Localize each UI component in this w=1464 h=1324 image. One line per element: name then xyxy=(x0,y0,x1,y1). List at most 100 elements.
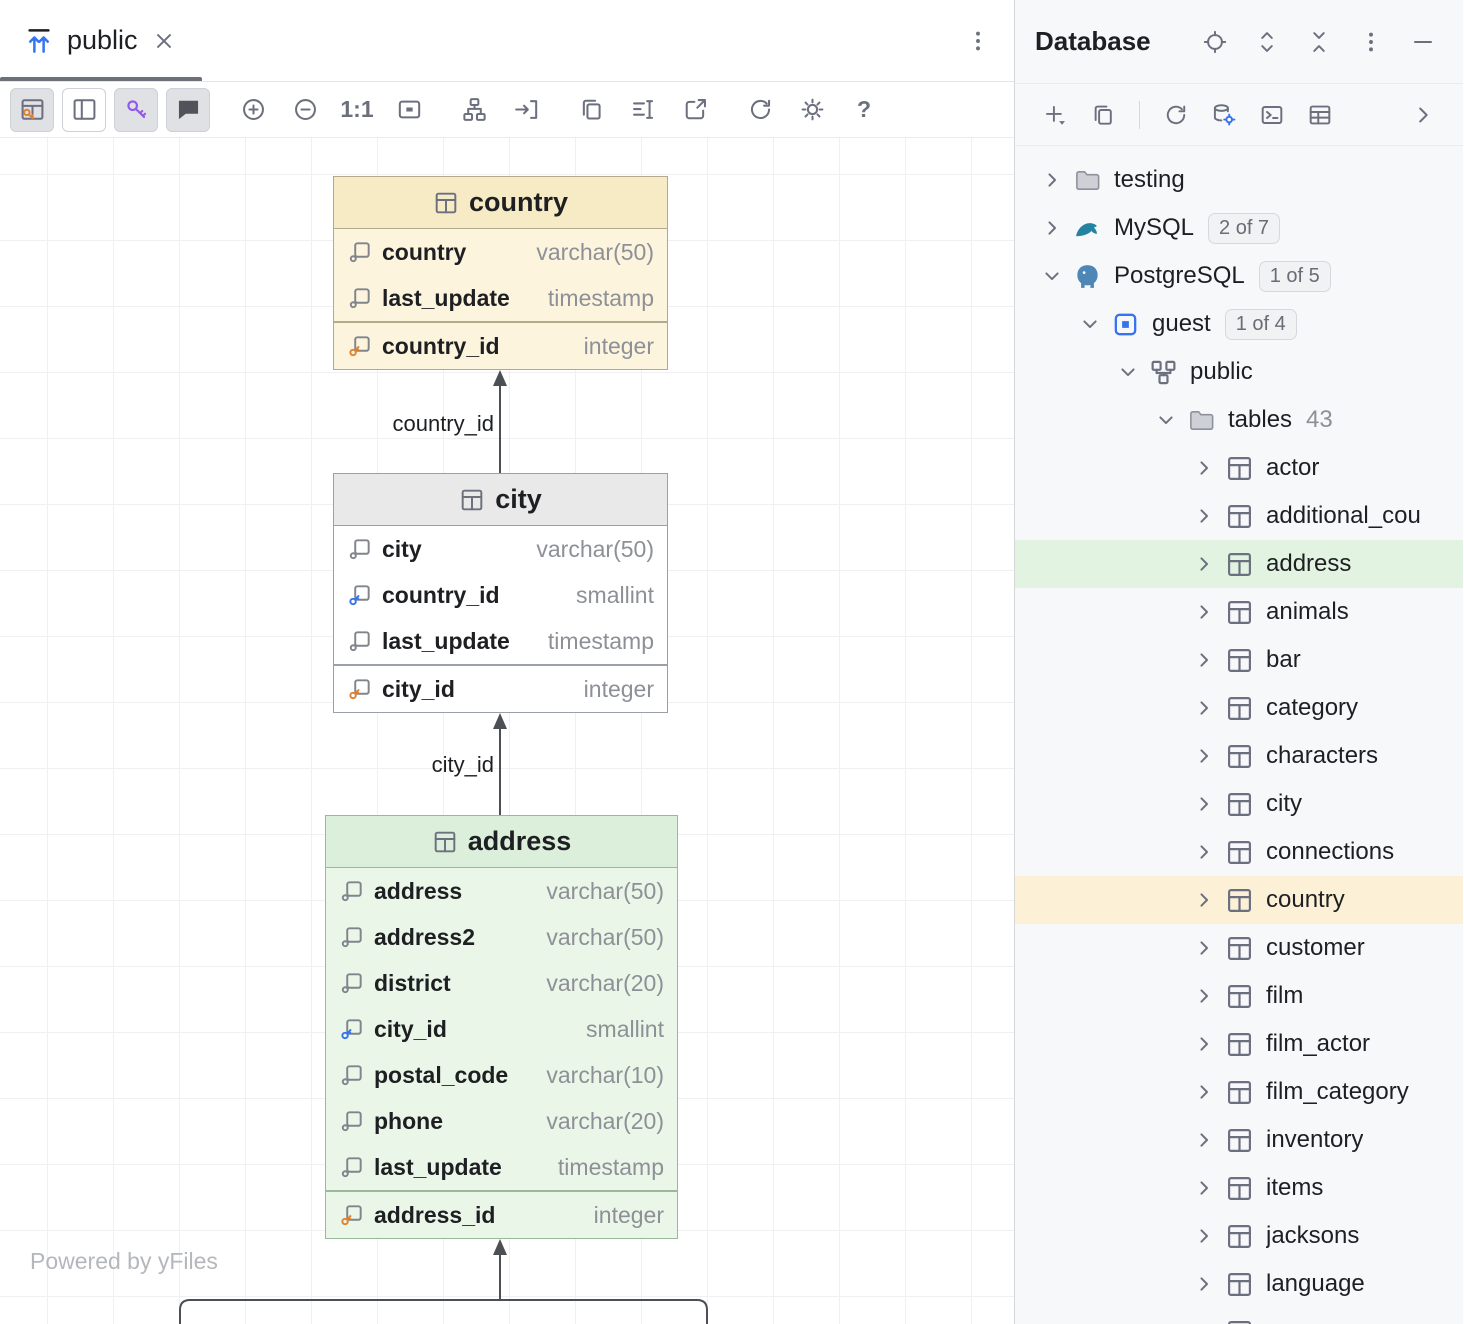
column-row-address[interactable]: addressvarchar(50) xyxy=(326,868,677,914)
chevron-right-icon[interactable] xyxy=(1191,1175,1217,1201)
entity-address[interactable]: addressaddressvarchar(50)address2varchar… xyxy=(325,815,678,1239)
zoom-in-button[interactable] xyxy=(231,88,275,132)
jump-to-source-button[interactable] xyxy=(504,88,548,132)
copy-diagram-button[interactable] xyxy=(569,88,613,132)
entity-country[interactable]: countrycountryvarchar(50)last_updatetime… xyxy=(333,176,668,370)
tree-item-customer[interactable]: customer xyxy=(1015,924,1463,972)
apply-layout-button[interactable] xyxy=(452,88,496,132)
tree-item-film_category[interactable]: film_category xyxy=(1015,1068,1463,1116)
column-row-postal_code[interactable]: postal_codevarchar(10) xyxy=(326,1052,677,1098)
chevron-right-icon[interactable] xyxy=(1191,887,1217,913)
tree-item-address[interactable]: address xyxy=(1015,540,1463,588)
close-icon[interactable] xyxy=(151,28,177,54)
more-button[interactable] xyxy=(1351,22,1391,62)
editor-more-button[interactable] xyxy=(958,21,998,61)
chevron-down-icon[interactable] xyxy=(1115,359,1141,385)
show-edge-labels-button[interactable] xyxy=(621,88,665,132)
key-columns-toggle[interactable] xyxy=(10,88,54,132)
expand-all-button[interactable] xyxy=(1247,22,1287,62)
tree-item-country[interactable]: country xyxy=(1015,876,1463,924)
tree-item-language[interactable]: language xyxy=(1015,1260,1463,1308)
tab-public[interactable]: public xyxy=(18,0,183,81)
tree-item-film[interactable]: film xyxy=(1015,972,1463,1020)
column-row-district[interactable]: districtvarchar(20) xyxy=(326,960,677,1006)
column-row-country_id[interactable]: country_idinteger xyxy=(334,323,667,369)
table-view-button[interactable] xyxy=(1300,95,1340,135)
collapse-all-button[interactable] xyxy=(1299,22,1339,62)
tree-item-film_actor[interactable]: film_actor xyxy=(1015,1020,1463,1068)
tree-item-partial[interactable] xyxy=(1015,1308,1463,1324)
chevron-right-icon[interactable] xyxy=(1191,1079,1217,1105)
chevron-right-icon[interactable] xyxy=(1191,1127,1217,1153)
chevron-right-icon[interactable] xyxy=(1191,1031,1217,1057)
chevron-right-icon[interactable] xyxy=(1191,599,1217,625)
column-row-address2[interactable]: address2varchar(50) xyxy=(326,914,677,960)
data-source-properties-button[interactable] xyxy=(1204,95,1244,135)
chevron-right-icon[interactable] xyxy=(1191,839,1217,865)
tree-item-tables[interactable]: tables43 xyxy=(1015,396,1463,444)
tree-item-characters[interactable]: characters xyxy=(1015,732,1463,780)
column-row-address_id[interactable]: address_idinteger xyxy=(326,1192,677,1238)
help-button[interactable]: ? xyxy=(842,88,886,132)
column-row-country[interactable]: countryvarchar(50) xyxy=(334,229,667,275)
column-row-country_id[interactable]: country_idsmallint xyxy=(334,572,667,618)
refresh-button[interactable] xyxy=(738,88,782,132)
column-row-city_id[interactable]: city_idsmallint xyxy=(326,1006,677,1052)
chevron-right-icon[interactable] xyxy=(1191,695,1217,721)
tree-item-guest[interactable]: guest1 of 4 xyxy=(1015,300,1463,348)
chevron-right-icon[interactable] xyxy=(1191,791,1217,817)
chevron-right-icon[interactable] xyxy=(1191,455,1217,481)
tree-item-items[interactable]: items xyxy=(1015,1164,1463,1212)
chevron-right-icon[interactable] xyxy=(1191,551,1217,577)
settings-button[interactable] xyxy=(790,88,834,132)
tree-item-category[interactable]: category xyxy=(1015,684,1463,732)
chevron-down-icon[interactable] xyxy=(1039,263,1065,289)
refresh-button[interactable] xyxy=(1156,95,1196,135)
side-panel-toggle[interactable] xyxy=(62,88,106,132)
tree-item-actor[interactable]: actor xyxy=(1015,444,1463,492)
chevron-right-icon[interactable] xyxy=(1191,647,1217,673)
chevron-right-icon[interactable] xyxy=(1191,1319,1217,1324)
tree-item-city[interactable]: city xyxy=(1015,780,1463,828)
tree-item-additional_cou[interactable]: additional_cou xyxy=(1015,492,1463,540)
tree-item-MySQL[interactable]: MySQL2 of 7 xyxy=(1015,204,1463,252)
column-row-last_update[interactable]: last_updatetimestamp xyxy=(334,275,667,321)
chevron-right-icon[interactable] xyxy=(1191,503,1217,529)
chevron-right-icon[interactable] xyxy=(1191,935,1217,961)
column-row-last_update[interactable]: last_updatetimestamp xyxy=(334,618,667,664)
tree-item-public[interactable]: public xyxy=(1015,348,1463,396)
column-row-last_update[interactable]: last_updatetimestamp xyxy=(326,1144,677,1190)
chevron-right-icon[interactable] xyxy=(1191,983,1217,1009)
new-button[interactable] xyxy=(1035,95,1075,135)
keys-toggle[interactable] xyxy=(114,88,158,132)
expand-panel-button[interactable] xyxy=(1403,95,1443,135)
entity-header-address[interactable]: address xyxy=(326,816,677,868)
column-row-phone[interactable]: phonevarchar(20) xyxy=(326,1098,677,1144)
chevron-right-icon[interactable] xyxy=(1191,743,1217,769)
chevron-down-icon[interactable] xyxy=(1153,407,1179,433)
locate-button[interactable] xyxy=(1195,22,1235,62)
diagram-canvas[interactable]: Powered by yFiles countrycountryvarchar(… xyxy=(0,138,1014,1324)
chevron-right-icon[interactable] xyxy=(1191,1271,1217,1297)
new-console-button[interactable] xyxy=(1252,95,1292,135)
chevron-down-icon[interactable] xyxy=(1077,311,1103,337)
comments-toggle[interactable] xyxy=(166,88,210,132)
fit-content-button[interactable] xyxy=(387,88,431,132)
hide-button[interactable] xyxy=(1403,22,1443,62)
entity-city[interactable]: citycityvarchar(50)country_idsmallintlas… xyxy=(333,473,668,713)
tree-item-testing[interactable]: testing xyxy=(1015,156,1463,204)
chevron-right-icon[interactable] xyxy=(1191,1223,1217,1249)
duplicate-button[interactable] xyxy=(1083,95,1123,135)
tree-item-PostgreSQL[interactable]: PostgreSQL1 of 5 xyxy=(1015,252,1463,300)
column-row-city[interactable]: cityvarchar(50) xyxy=(334,526,667,572)
open-in-editor-button[interactable] xyxy=(673,88,717,132)
chevron-right-icon[interactable] xyxy=(1039,167,1065,193)
column-row-city_id[interactable]: city_idinteger xyxy=(334,666,667,712)
entity-header-country[interactable]: country xyxy=(334,177,667,229)
tree-item-jacksons[interactable]: jacksons xyxy=(1015,1212,1463,1260)
chevron-right-icon[interactable] xyxy=(1039,215,1065,241)
entity-header-city[interactable]: city xyxy=(334,474,667,526)
actual-size-button[interactable]: 1:1 xyxy=(335,88,379,132)
tree-item-connections[interactable]: connections xyxy=(1015,828,1463,876)
zoom-out-button[interactable] xyxy=(283,88,327,132)
